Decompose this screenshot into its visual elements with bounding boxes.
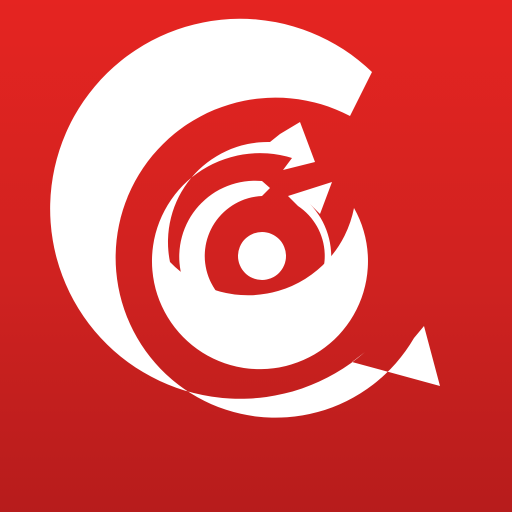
- app-icon-tile: [0, 0, 512, 512]
- concentric-arrows-icon: [50, 18, 441, 418]
- center-dot: [238, 232, 286, 280]
